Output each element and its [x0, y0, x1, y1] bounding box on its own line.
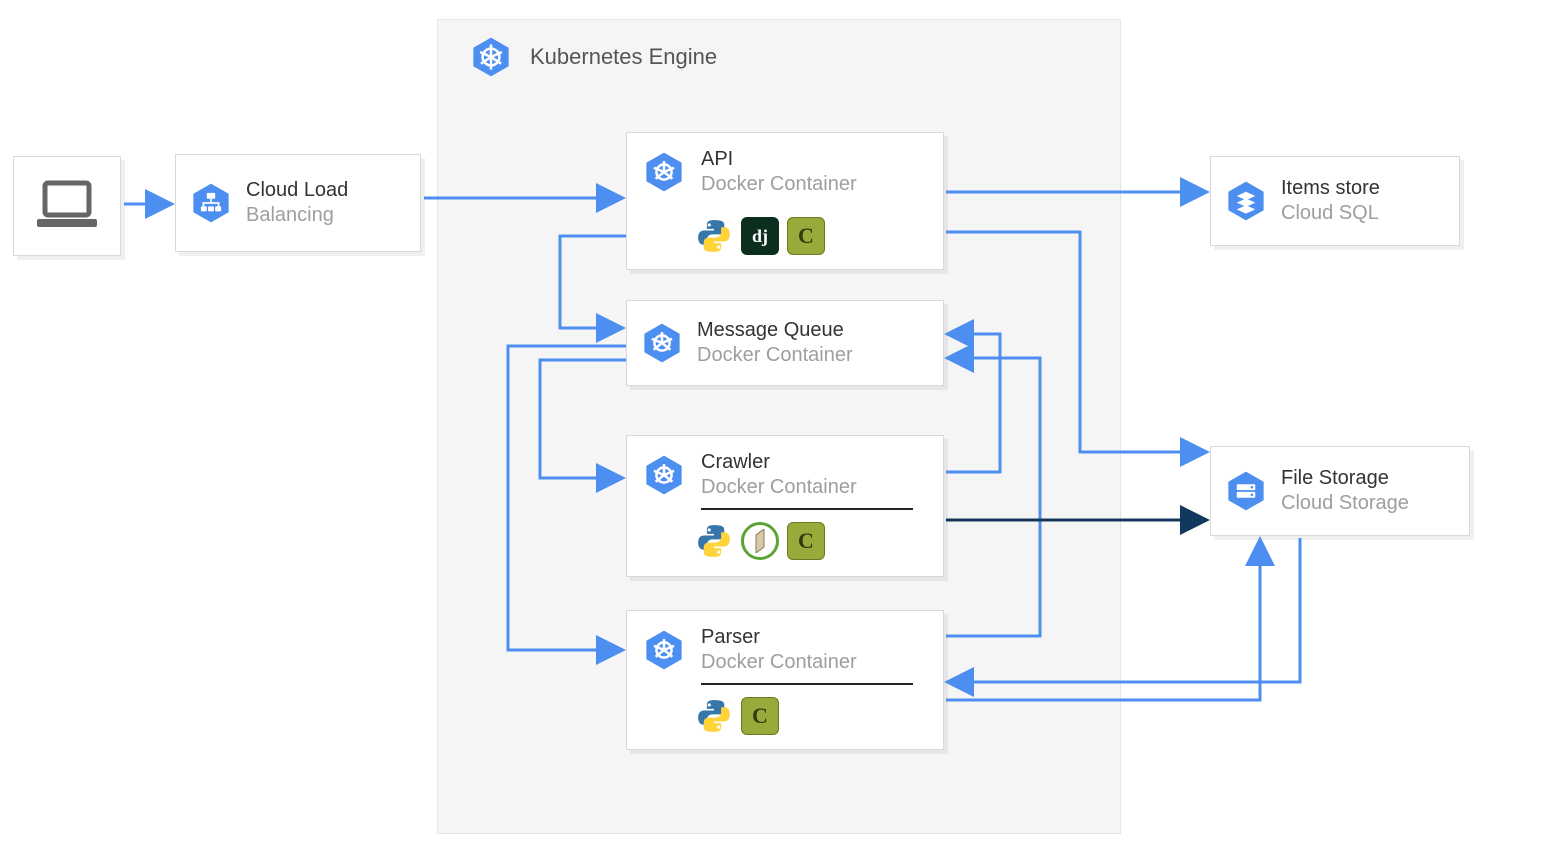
- api-node: API Docker Container dj C: [626, 132, 944, 270]
- diagram-canvas: Kubernetes Engine Cloud Load Balancing A…: [0, 0, 1568, 862]
- python-icon: [695, 217, 733, 255]
- django-icon: dj: [741, 217, 779, 255]
- scrapy-icon: [741, 522, 779, 560]
- laptop-node: [13, 156, 121, 256]
- k8s-icon: [643, 627, 685, 673]
- parser-title: Parser: [701, 625, 857, 650]
- load-balancer-node: Cloud Load Balancing: [175, 154, 421, 252]
- mq-title: Message Queue: [697, 318, 853, 343]
- laptop-icon: [35, 179, 99, 233]
- mq-subtitle: Docker Container: [697, 343, 853, 368]
- parser-subtitle: Docker Container: [701, 650, 857, 675]
- celery-icon: C: [787, 522, 825, 560]
- cloud-sql-icon: [1225, 178, 1267, 224]
- lb-subtitle: Balancing: [246, 203, 348, 228]
- lb-title: Cloud Load: [246, 178, 348, 203]
- file-storage-node: File Storage Cloud Storage: [1210, 446, 1470, 536]
- crawler-node: Crawler Docker Container C: [626, 435, 944, 577]
- python-icon: [695, 697, 733, 735]
- kubernetes-header: Kubernetes Engine: [470, 34, 717, 80]
- items-title: Items store: [1281, 176, 1380, 201]
- k8s-icon: [641, 320, 683, 366]
- k8s-icon: [643, 452, 685, 498]
- load-balancer-icon: [190, 180, 232, 226]
- divider: [701, 508, 913, 510]
- python-icon: [695, 522, 733, 560]
- crawler-title: Crawler: [701, 450, 857, 475]
- files-title: File Storage: [1281, 466, 1409, 491]
- parser-node: Parser Docker Container C: [626, 610, 944, 750]
- files-subtitle: Cloud Storage: [1281, 491, 1409, 516]
- api-title: API: [701, 147, 857, 172]
- items-subtitle: Cloud SQL: [1281, 201, 1380, 226]
- items-store-node: Items store Cloud SQL: [1210, 156, 1460, 246]
- mq-node: Message Queue Docker Container: [626, 300, 944, 386]
- api-subtitle: Docker Container: [701, 172, 857, 197]
- divider: [701, 683, 913, 685]
- celery-icon: C: [787, 217, 825, 255]
- celery-icon: C: [741, 697, 779, 735]
- k8s-icon: [643, 149, 685, 195]
- cloud-storage-icon: [1225, 468, 1267, 514]
- kubernetes-icon: [470, 34, 512, 80]
- crawler-subtitle: Docker Container: [701, 475, 857, 500]
- kubernetes-label: Kubernetes Engine: [530, 44, 717, 70]
